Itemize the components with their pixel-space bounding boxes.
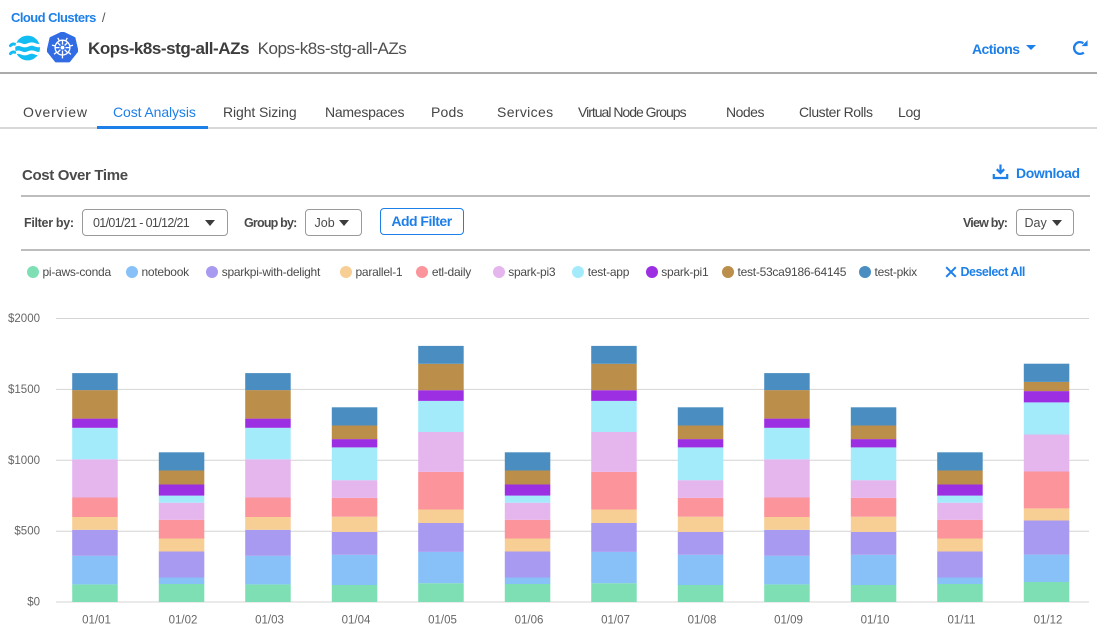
svg-text:01/12: 01/12 bbox=[1034, 615, 1063, 627]
svg-text:01/08: 01/08 bbox=[688, 615, 717, 627]
svg-text:$500: $500 bbox=[14, 526, 40, 538]
svg-text:$2000: $2000 bbox=[8, 313, 40, 325]
svg-text:01/11: 01/11 bbox=[948, 615, 976, 627]
svg-text:01/05: 01/05 bbox=[428, 615, 457, 627]
svg-text:01/07: 01/07 bbox=[601, 615, 630, 627]
svg-text:01/01: 01/01 bbox=[82, 615, 111, 627]
svg-text:01/03: 01/03 bbox=[255, 615, 284, 627]
svg-text:01/04: 01/04 bbox=[342, 615, 371, 627]
svg-text:01/10: 01/10 bbox=[861, 615, 890, 627]
svg-text:$0: $0 bbox=[27, 597, 40, 609]
svg-text:01/02: 01/02 bbox=[169, 615, 198, 627]
svg-text:$1000: $1000 bbox=[8, 455, 40, 467]
svg-text:01/09: 01/09 bbox=[774, 615, 803, 627]
svg-text:$1500: $1500 bbox=[8, 384, 40, 396]
svg-text:01/06: 01/06 bbox=[515, 615, 544, 627]
